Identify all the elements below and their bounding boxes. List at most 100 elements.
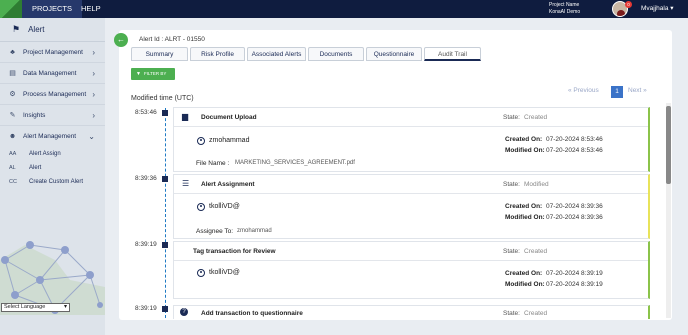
modified-time-heading: Modified time (UTC) (131, 95, 194, 102)
sidebar-subitem-create-custom-alert[interactable]: CC Create Custom Alert (0, 175, 105, 189)
file-name-label: File Name : (196, 160, 230, 167)
event-card-header: ▆ Document Upload State: Created (174, 108, 648, 127)
sidebar-item-label: Alert Management (23, 133, 77, 140)
state-label: State: (503, 181, 520, 188)
event-card-tag-transaction[interactable]: Tag transaction for Review State: Create… (173, 241, 650, 299)
document-icon: ▆ (182, 112, 189, 121)
user-icon (197, 203, 205, 211)
sidebar-item-insights[interactable]: ✎ Insights › (0, 105, 105, 126)
subitem-abbr: CC (9, 179, 17, 185)
top-bar: PROJECTS HELP Project Name KonaAI Demo 0… (0, 0, 688, 18)
user-icon (197, 137, 205, 145)
event-card-alert-assignment[interactable]: ☰ Alert Assignment State: Modified tkoll… (173, 174, 650, 239)
user-icon (197, 269, 205, 277)
filter-label: FILTER BY (143, 71, 167, 76)
modified-on-label: Modified On: (505, 214, 545, 221)
language-select[interactable]: Select Language (1, 303, 70, 312)
chevron-right-icon: › (92, 89, 95, 99)
list-icon: ☰ (182, 179, 190, 188)
chevron-right-icon: › (92, 47, 95, 57)
chevron-right-icon: › (92, 110, 95, 120)
timeline-node (162, 176, 168, 182)
filter-button[interactable]: ▼ FILTER BY (131, 68, 175, 80)
scrollbar-thumb[interactable] (666, 106, 671, 184)
event-card-add-to-questionnaire[interactable]: ? Add transaction to questionnaire State… (173, 305, 650, 319)
pager-next[interactable]: Next » (628, 87, 647, 94)
user-menu[interactable]: Mvajjhala ▾ (641, 4, 674, 12)
timeline-node (162, 242, 168, 248)
edit-icon: ✎ (9, 112, 16, 119)
modified-on-value: 07-20-2024 8:39:36 (546, 214, 603, 221)
sidebar-item-project-management[interactable]: ♣ Project Management › (0, 42, 105, 63)
created-on-label: Created On: (505, 203, 543, 210)
event-user: tkolliVD@ (209, 269, 240, 276)
modified-on-value: 07-20-2024 8:39:19 (546, 281, 603, 288)
sidebar-item-data-management[interactable]: ▤ Data Management › (0, 63, 105, 84)
timeline-line (165, 108, 167, 318)
sidebar-item-alert-management[interactable]: ☻ Alert Management ⌄ (0, 126, 105, 147)
subitem-abbr: AL (9, 165, 16, 171)
modified-on-label: Modified On: (505, 281, 545, 288)
sidebar-item-label: Project Management (23, 48, 83, 56)
app-logo[interactable] (0, 0, 22, 18)
tab-audit-trail[interactable]: Audit Trail (424, 47, 481, 61)
tab-associated-alerts[interactable]: Associated Alerts (247, 47, 306, 61)
event-card-header: ☰ Alert Assignment State: Modified (174, 175, 648, 194)
sidebar-title: Alert (28, 25, 45, 34)
sidebar-header: ⚑ Alert (0, 18, 105, 42)
alert-id: Alert Id : ALRT - 01550 (139, 36, 205, 43)
subitem-label: Alert (29, 165, 42, 171)
event-time: 8:39:19 (135, 241, 157, 248)
question-icon: ? (180, 308, 188, 316)
event-time: 8:53:46 (135, 109, 157, 116)
created-on-label: Created On: (505, 270, 543, 277)
sidebar-item-label: Insights (23, 111, 46, 119)
back-button[interactable]: ← (114, 33, 128, 47)
event-title: Alert Assignment (201, 181, 255, 188)
event-card-document-upload[interactable]: ▆ Document Upload State: Created zmohamm… (173, 107, 650, 172)
tab-risk-profile[interactable]: Risk Profile (190, 47, 245, 61)
tab-documents[interactable]: Documents (308, 47, 364, 61)
sidebar: ⚑ Alert ♣ Project Management › ▤ Data Ma… (0, 18, 105, 335)
project-info: Project Name KonaAI Demo (549, 2, 580, 16)
pager-previous[interactable]: « Previous (568, 87, 599, 94)
project-label: Project Name (549, 2, 580, 8)
sidebar-item-process-management[interactable]: ⚙ Process Management › (0, 84, 105, 105)
state-value: Created (524, 248, 548, 255)
timeline-node (162, 110, 168, 116)
event-title: Add transaction to questionnaire (201, 310, 303, 317)
tab-questionnaire[interactable]: Questionnaire (366, 47, 422, 61)
event-user: tkolliVD@ (209, 203, 240, 210)
created-on-label: Created On: (505, 136, 543, 143)
assignee-value: zmohammad (237, 228, 272, 234)
file-name-value: MARKETING_SERVICES_AGREEMENT.pdf (235, 160, 355, 166)
pin-icon: ⚑ (12, 24, 21, 34)
filter-icon: ▼ (136, 71, 141, 77)
tab-summary[interactable]: Summary (131, 47, 188, 61)
timeline-node (162, 306, 168, 312)
pager-current-page[interactable]: 1 (611, 86, 623, 98)
created-on-value: 07-20-2024 8:39:19 (546, 270, 603, 277)
event-title: Tag transaction for Review (193, 248, 276, 255)
sidebar-subitem-alert-assign[interactable]: AA Alert Assign (0, 147, 105, 161)
state-label: State: (503, 310, 520, 317)
created-on-value: 07-20-2024 8:39:36 (546, 203, 603, 210)
tab-bar: Summary Risk Profile Associated Alerts D… (131, 47, 483, 61)
created-on-value: 07-20-2024 8:53:46 (546, 136, 603, 143)
modified-on-value: 07-20-2024 8:53:46 (546, 147, 603, 154)
nav-help[interactable]: HELP (71, 0, 111, 18)
sidebar-subitem-alert[interactable]: AL Alert (0, 161, 105, 175)
assignee-label: Assignee To: (196, 228, 234, 235)
event-time: 8:39:19 (135, 305, 157, 312)
chevron-down-icon: ⌄ (88, 132, 95, 141)
notification-badge[interactable]: 0 (625, 1, 632, 8)
org-chart-icon: ♣ (10, 48, 15, 56)
state-label: State: (503, 114, 520, 121)
subitem-label: Create Custom Alert (29, 179, 84, 185)
subitem-label: Alert Assign (29, 151, 61, 157)
state-value: Modified (524, 181, 549, 188)
state-value: Created (524, 310, 548, 317)
sidebar-item-label: Data Management (23, 69, 77, 77)
state-value: Created (524, 114, 548, 121)
event-title: Document Upload (201, 114, 257, 121)
